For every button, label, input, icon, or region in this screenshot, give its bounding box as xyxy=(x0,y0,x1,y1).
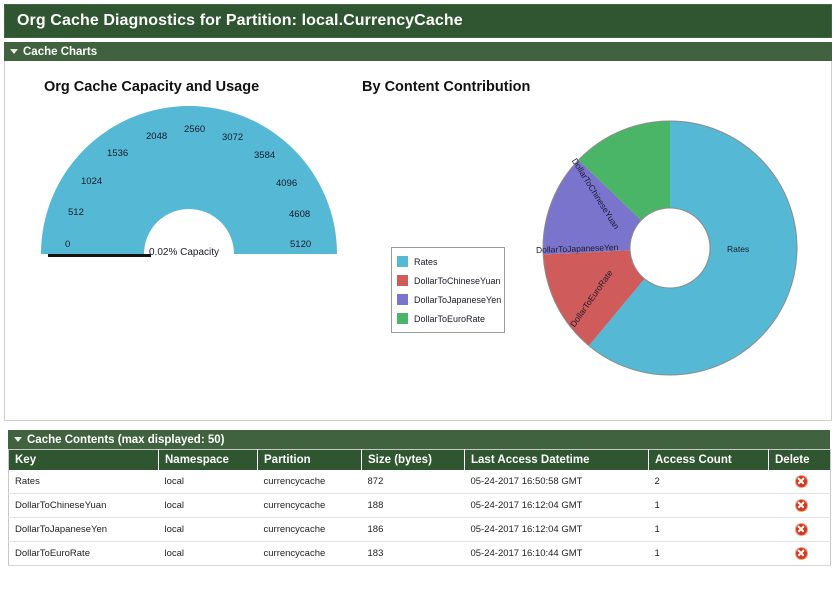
legend-swatch-rates xyxy=(397,256,408,267)
cell-size: 188 xyxy=(361,493,465,518)
column-header-access-count[interactable]: Access Count xyxy=(648,449,769,470)
donut-inner-hole xyxy=(629,207,711,289)
cell-partition: currencycache xyxy=(257,470,362,494)
cell-delete xyxy=(768,470,831,494)
cell-access-count: 1 xyxy=(648,493,769,518)
gauge-tick-3072: 3072 xyxy=(222,132,244,143)
cell-partition: currencycache xyxy=(257,517,362,542)
delete-circle-x-icon[interactable] xyxy=(794,475,808,488)
gauge-capacity-label: 0.02% Capacity xyxy=(149,247,220,258)
charts-panel: Org Cache Capacity and Usage By Content … xyxy=(4,61,832,421)
table-row: DollarToChineseYuan local currencycache … xyxy=(8,493,831,518)
cell-last-access: 05-24-2017 16:50:58 GMT xyxy=(464,470,649,494)
cell-access-count: 2 xyxy=(648,470,769,494)
page-title: Org Cache Diagnostics for Partition: loc… xyxy=(17,12,463,29)
cell-last-access: 05-24-2017 16:12:04 GMT xyxy=(464,517,649,542)
cell-last-access: 05-24-2017 16:10:44 GMT xyxy=(464,541,649,566)
legend-label-dollartochineseyuan: DollarToChineseYuan xyxy=(414,275,501,286)
legend-item-dollartojapaneseyen[interactable]: DollarToJapaneseYen xyxy=(397,290,502,309)
table-row: DollarToJapaneseYen local currencycache … xyxy=(8,517,831,542)
cell-namespace: local xyxy=(158,470,258,494)
gauge-chart-title: Org Cache Capacity and Usage xyxy=(44,79,260,95)
legend-label-dollartoeurorate: DollarToEuroRate xyxy=(414,313,486,324)
collapse-triangle-icon[interactable] xyxy=(14,437,22,442)
cell-access-count: 1 xyxy=(648,517,769,542)
legend-item-dollartoeurorate[interactable]: DollarToEuroRate xyxy=(397,309,499,328)
cell-delete xyxy=(768,493,831,518)
section-header-cache-charts[interactable]: Cache Charts xyxy=(4,42,832,61)
donut-chart-title: By Content Contribution xyxy=(362,79,531,95)
collapse-triangle-icon[interactable] xyxy=(10,49,18,54)
legend-label-dollartojapaneseyen: DollarToJapaneseYen xyxy=(414,294,502,305)
legend-item-rates[interactable]: Rates xyxy=(397,252,499,271)
legend-swatch-dollartojapaneseyen xyxy=(397,294,408,305)
donut-label-rates: Rates xyxy=(727,244,750,254)
gauge-tick-3584: 3584 xyxy=(254,150,276,161)
cell-namespace: local xyxy=(158,493,258,518)
cell-delete xyxy=(768,517,831,542)
column-header-namespace[interactable]: Namespace xyxy=(158,449,258,470)
gauge-tick-0: 0 xyxy=(65,239,71,250)
table-header-row: Key Namespace Partition Size (bytes) Las… xyxy=(8,449,831,470)
column-header-delete[interactable]: Delete xyxy=(768,449,831,470)
cell-access-count: 1 xyxy=(648,541,769,566)
column-header-partition[interactable]: Partition xyxy=(257,449,362,470)
table-row: DollarToEuroRate local currencycache 183… xyxy=(8,541,831,566)
cell-key: DollarToChineseYuan xyxy=(8,493,159,518)
page-title-bar: Org Cache Diagnostics for Partition: loc… xyxy=(4,4,832,38)
cell-size: 186 xyxy=(361,517,465,542)
gauge-tick-4608: 4608 xyxy=(289,209,311,220)
cell-partition: currencycache xyxy=(257,541,362,566)
cell-key: DollarToEuroRate xyxy=(8,541,159,566)
column-header-size[interactable]: Size (bytes) xyxy=(361,449,465,470)
table-row: Rates local currencycache 872 05-24-2017… xyxy=(8,470,831,494)
gauge-tick-2560: 2560 xyxy=(184,124,206,135)
donut-legend: Rates DollarToChineseYuan DollarToJapane… xyxy=(391,247,505,333)
column-header-last-access[interactable]: Last Access Datetime xyxy=(464,449,649,470)
section-label-cache-charts: Cache Charts xyxy=(23,45,98,58)
legend-swatch-dollartoeurorate xyxy=(397,313,408,324)
section-header-cache-contents[interactable]: Cache Contents (max displayed: 50) xyxy=(8,430,830,449)
cell-size: 183 xyxy=(361,541,465,566)
cell-partition: currencycache xyxy=(257,493,362,518)
cell-namespace: local xyxy=(158,517,258,542)
gauge-needle-indicator xyxy=(48,254,151,257)
gauge-tick-2048: 2048 xyxy=(146,131,168,142)
gauge-tick-4096: 4096 xyxy=(276,178,298,189)
gauge-tick-5120: 5120 xyxy=(290,239,312,250)
cell-last-access: 05-24-2017 16:12:04 GMT xyxy=(464,493,649,518)
diagnostics-page: Org Cache Diagnostics for Partition: loc… xyxy=(0,0,836,591)
cell-key: DollarToJapaneseYen xyxy=(8,517,159,542)
content-contribution-donut: Rates DollarToChineseYuan DollarToJapane… xyxy=(530,106,815,391)
gauge-tick-1024: 1024 xyxy=(81,176,103,187)
gauge-tick-512: 512 xyxy=(68,207,84,218)
legend-swatch-dollartochineseyuan xyxy=(397,275,408,286)
cache-contents-table: Key Namespace Partition Size (bytes) Las… xyxy=(8,449,831,566)
column-header-key[interactable]: Key xyxy=(8,449,159,470)
cell-size: 872 xyxy=(361,470,465,494)
cell-delete xyxy=(768,541,831,566)
delete-circle-x-icon[interactable] xyxy=(794,523,808,536)
cell-key: Rates xyxy=(8,470,159,494)
delete-circle-x-icon[interactable] xyxy=(794,499,808,512)
legend-item-dollartochineseyuan[interactable]: DollarToChineseYuan xyxy=(397,271,501,290)
cell-namespace: local xyxy=(158,541,258,566)
gauge-tick-1536: 1536 xyxy=(107,148,129,159)
section-label-cache-contents: Cache Contents (max displayed: 50) xyxy=(27,433,225,446)
delete-circle-x-icon[interactable] xyxy=(794,547,808,560)
legend-label-rates: Rates xyxy=(414,256,438,267)
